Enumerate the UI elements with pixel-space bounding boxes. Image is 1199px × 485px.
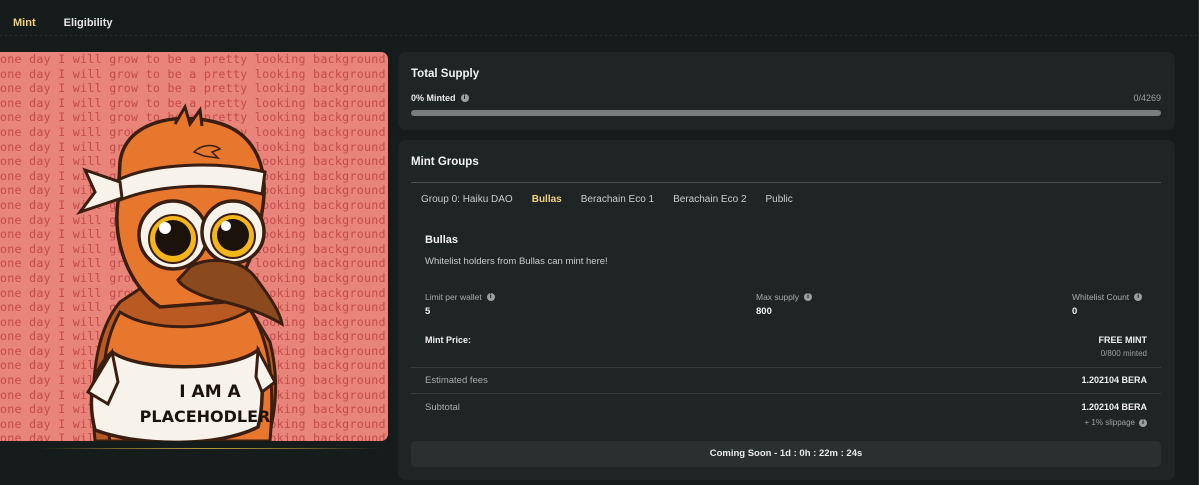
- whitelist-count-label: Whitelist Count i: [1072, 292, 1143, 302]
- max-supply-value: 800: [756, 306, 772, 317]
- shirt-text-line1: I AM A: [179, 382, 241, 402]
- estimated-fees-value: 1.202104 BERA: [1081, 375, 1147, 385]
- max-supply-text: Max supply: [756, 292, 799, 302]
- minted-percent-label: 0% Minted: [411, 93, 456, 103]
- tab-group-berachain-eco-2[interactable]: Berachain Eco 2: [673, 194, 746, 205]
- info-icon[interactable]: i: [1134, 293, 1143, 301]
- minted-status: 0/800 minted: [1100, 349, 1147, 358]
- mint-button[interactable]: Coming Soon - 1d : 0h : 22m : 24s: [411, 441, 1161, 467]
- total-supply-card: Total Supply 0% Minted i 0/4269: [398, 52, 1175, 130]
- tab-group-public[interactable]: Public: [766, 194, 793, 205]
- group-name: Bullas: [425, 234, 459, 246]
- bird-mascot-illustration: I AM A PLACEHODLER: [75, 103, 285, 441]
- slippage-note: + 1% slippage i: [1085, 418, 1147, 427]
- tab-group-bullas[interactable]: Bullas: [532, 194, 562, 205]
- mint-group-tabs: Group 0: Haiku DAO Bullas Berachain Eco …: [421, 194, 793, 205]
- tab-eligibility[interactable]: Eligibility: [64, 17, 113, 29]
- info-icon[interactable]: i: [1139, 418, 1147, 427]
- limit-per-wallet-value: 5: [425, 306, 431, 317]
- tab-group-berachain-eco-1[interactable]: Berachain Eco 1: [581, 194, 654, 205]
- group-description: Whitelist holders from Bullas can mint h…: [425, 256, 608, 267]
- estimated-fees-label: Estimated fees: [425, 375, 488, 386]
- info-icon[interactable]: i: [486, 293, 495, 301]
- mint-price-label: Mint Price:: [425, 335, 472, 345]
- info-icon[interactable]: i: [460, 94, 469, 102]
- nft-artwork: one day I will grow to be a pretty looki…: [0, 52, 388, 441]
- max-supply-label: Max supply i: [756, 292, 812, 302]
- whitelist-count-value: 0: [1072, 306, 1078, 317]
- minted-count: 0/4269: [1133, 93, 1161, 103]
- mint-groups-title: Mint Groups: [411, 156, 479, 168]
- subtotal-value: 1.202104 BERA: [1081, 402, 1147, 412]
- nav-divider: [0, 35, 1199, 36]
- mint-groups-divider: [411, 182, 1161, 183]
- whitelist-count-text: Whitelist Count: [1072, 292, 1130, 302]
- tab-mint[interactable]: Mint: [13, 17, 36, 29]
- limit-per-wallet-label: Limit per wallet i: [425, 292, 495, 302]
- row-divider: [411, 367, 1161, 368]
- info-icon[interactable]: i: [804, 293, 812, 301]
- total-supply-title: Total Supply: [411, 68, 480, 80]
- mint-groups-card: Mint Groups Group 0: Haiku DAO Bullas Be…: [398, 140, 1175, 480]
- row-divider: [411, 393, 1161, 394]
- minted-percent: 0% Minted i: [411, 93, 469, 103]
- tab-group-haiku-dao[interactable]: Group 0: Haiku DAO: [421, 194, 513, 205]
- artwork-glow-divider: [40, 448, 380, 449]
- limit-per-wallet-text: Limit per wallet: [425, 292, 482, 302]
- subtotal-label: Subtotal: [425, 402, 460, 413]
- mint-progress-bar: [411, 110, 1161, 116]
- shirt-text-line2: PLACEHODLER: [140, 407, 271, 426]
- mint-price-value: FREE MINT: [1098, 335, 1148, 345]
- top-nav: Mint Eligibility: [0, 0, 1199, 46]
- slippage-text: + 1% slippage: [1084, 418, 1135, 427]
